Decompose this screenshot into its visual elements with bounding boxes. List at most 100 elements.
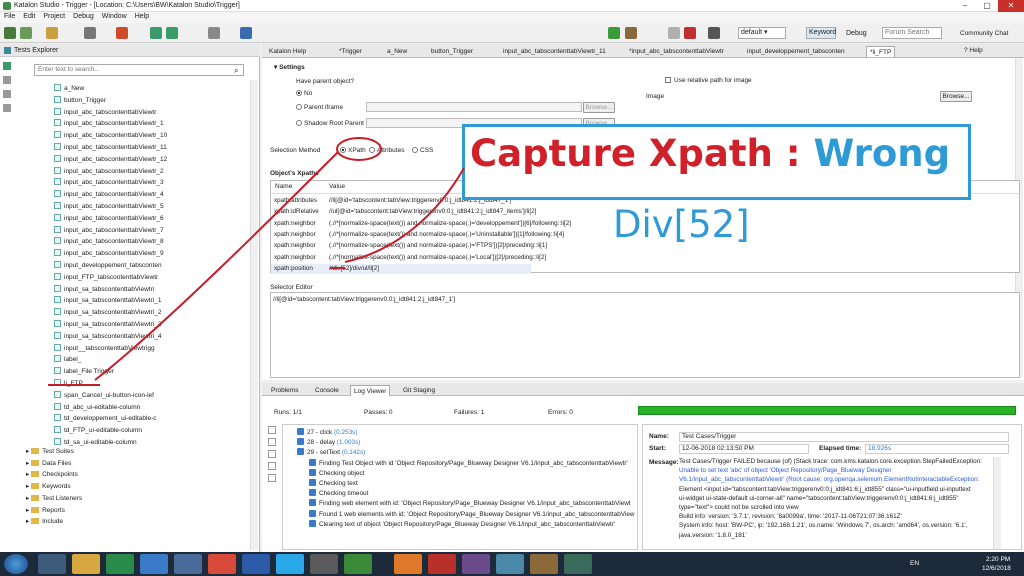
tree-item[interactable]: input_sa_tabscontenttabViewtri [54,284,154,295]
profile-select[interactable]: default ▾ [738,27,786,39]
filter-log-icon[interactable] [268,474,276,482]
clock-date[interactable]: 12/6/2018 [982,565,1011,572]
editor-tab[interactable]: input_developpement_tabsconten [744,46,848,57]
xpath-row[interactable]: xpath:neighbor (.//*[normalize-space(text… [271,230,564,240]
iframe-browse-button[interactable]: Browse... [583,102,615,113]
log-entry[interactable]: Checking object [309,468,364,478]
taskbar-app-10[interactable] [344,554,372,574]
collapse-log-icon[interactable] [268,438,276,446]
stop-icon[interactable] [684,27,696,39]
tree-item[interactable]: input_developpement_tabsconten [54,260,162,271]
tree-folder[interactable]: ▸ Include [26,516,63,527]
taskbar-katalon[interactable] [106,554,134,574]
tree-item[interactable]: label_File Trigger [54,366,114,377]
search-icon[interactable]: ⌕ [234,66,238,76]
taskbar-app-9[interactable] [310,554,338,574]
up-icon[interactable] [268,450,276,458]
tree-folder[interactable]: ▸ Test Suites [26,446,74,457]
save-all-icon[interactable] [20,27,32,39]
new-icon[interactable] [46,27,58,39]
tree-item[interactable]: input_abc_tabscontenttabViewtr_6 [54,213,164,224]
radio-no[interactable]: No [296,90,312,97]
menu-edit[interactable]: Edit [19,12,39,21]
git-icon[interactable] [116,27,128,39]
editor-tab[interactable]: *input_abc_tabscontenttabViewtr [626,46,727,57]
clock-time[interactable]: 2:20 PM [986,556,1010,563]
taskbar-app-16[interactable] [564,554,592,574]
taskbar-app-15[interactable] [530,554,558,574]
menu-help[interactable]: Help [131,12,153,21]
editor-tab[interactable]: input_abc_tabscontenttabViewtr_11 [500,46,609,57]
debug-perspective-button[interactable]: Debug [846,30,867,37]
log-entry[interactable]: 29 - setText (0.142s) [297,448,365,457]
menu-file[interactable]: File [0,12,19,21]
run-icon[interactable] [608,27,620,39]
terminal-icon[interactable] [708,27,720,39]
mobile-icon[interactable] [208,27,220,39]
tree-item[interactable]: input_sa_tabscontenttabViewtri_2 [54,307,161,318]
tree-folder[interactable]: ▸ Test Listeners [26,493,82,504]
parent-iframe-field[interactable] [366,102,582,112]
maximize-button[interactable]: ▢ [976,0,998,12]
taskbar-word[interactable] [242,554,270,574]
tree-item[interactable]: input_abc_tabscontenttabViewtr_8 [54,236,164,247]
taskbar-skype[interactable] [276,554,304,574]
log-entry[interactable]: Checking timeout [309,489,368,498]
taskbar-ie[interactable] [140,554,168,574]
editor-tab[interactable]: button_Trigger [428,46,476,57]
tree-folder[interactable]: ▸ Reports [26,505,65,516]
collapse-icon[interactable] [3,62,11,70]
radio-css[interactable]: CSS [412,147,433,154]
message-scrollbar[interactable] [993,457,1001,549]
debug-icon[interactable] [625,27,637,39]
tree-folder[interactable]: ▸ Keywords [26,481,71,492]
tree-item[interactable]: input_sa_tabscontenttabViewtri_4 [54,331,161,342]
tab-log-viewer[interactable]: Log Viewer [350,385,391,396]
taskbar-chrome[interactable] [208,554,236,574]
refresh-icon[interactable] [3,104,11,112]
xpath-row[interactable]: xpath:neighbor (.//*[normalize-space(text… [271,253,546,263]
log-entry[interactable]: Found 1 web elements with id: 'Object Re… [309,509,635,519]
down-icon[interactable] [268,462,276,470]
taskbar-firefox[interactable] [394,554,422,574]
close-button[interactable]: ✕ [998,0,1024,12]
explorer-search-input[interactable]: Enter text to search... [34,64,244,76]
radio-xpath[interactable]: XPath [340,147,366,154]
tree-folder[interactable]: ▸ Checkpoints [26,469,78,480]
language-indicator[interactable]: EN [910,560,919,567]
tab-git-staging[interactable]: Git Staging [400,385,438,396]
link-icon[interactable] [3,76,11,84]
tree-item[interactable]: input_FTP_tabscontenttabViewtr [54,272,158,283]
selector-value[interactable]: //li[@id='tabscontent:tabView:triggerenv… [273,296,455,303]
tree-item[interactable]: input__tabscontenttabViewtrigg [54,343,155,354]
relative-path-checkbox[interactable]: Use relative path for image [665,77,752,84]
tab-console[interactable]: Console [312,385,342,396]
tab-problems[interactable]: Problems [268,385,301,396]
tree-item[interactable]: input_abc_tabscontenttabViewtr_2 [54,166,164,177]
forum-search-input[interactable]: Forum Search [882,27,942,39]
tree-item[interactable]: input_abc_tabscontenttabViewtr_11 [54,142,167,153]
start-button[interactable] [4,554,28,574]
taskbar-explorer[interactable] [72,554,100,574]
tree-item[interactable]: li_FTP [54,378,83,389]
tree-item[interactable]: a_New [54,83,84,94]
web-icon[interactable] [166,27,178,39]
log-entry[interactable]: Checking text [309,479,358,488]
radio-parent-iframe[interactable]: Parent iframe [296,104,343,111]
community-chat-button[interactable]: Community Chat [960,30,1008,37]
keyword-button[interactable]: Keyword [806,27,836,39]
pause-icon[interactable] [668,27,680,39]
selector-editor[interactable]: //li[@id='tabscontent:tabView:triggerenv… [270,292,1020,378]
editor-tab[interactable]: Katalon Help [266,46,309,57]
xpath-row[interactable]: xpath:idRelative //ul[@id='tabscontent:ta… [271,207,536,217]
menu-debug[interactable]: Debug [69,12,98,21]
xpath-row[interactable]: xpath:neighbor (.//*[normalize-space(text… [271,241,547,251]
editor-tab[interactable]: *Trigger [336,46,365,57]
tree-item[interactable]: button_Trigger [54,95,106,106]
tree-folder[interactable]: ▸ Data Files [26,458,71,469]
log-entry[interactable]: Finding web element with id: 'Object Rep… [309,499,631,508]
xpath-row[interactable]: xpath:position //div[52]/div/ul/li[2] [271,263,531,274]
tree-item[interactable]: input_abc_tabscontenttabViewtr_10 [54,130,167,141]
tree-item[interactable]: td_developpement_ui-editable-c [54,413,157,424]
image-browse-button[interactable]: Browse... [940,91,972,102]
